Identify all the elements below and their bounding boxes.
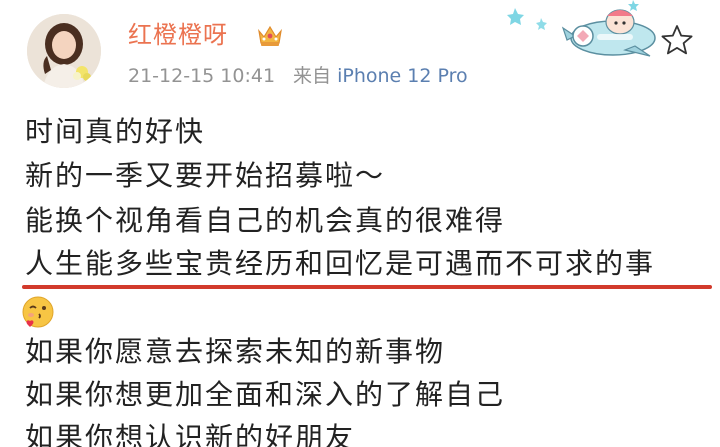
post-text-line: 如果你想更加全面和深入的了解自己 [25,378,506,411]
weibo-post: 红橙橙呀 21-12-15 10:41 来自 iPhone 12 Pro 时间真… [0,0,720,447]
author-name[interactable]: 红橙橙呀 [128,20,228,50]
post-time: 21-12-15 10:41 [128,65,276,87]
post-text-line: 人生能多些宝贵经历和回忆是可遇而不可求的事 [25,247,656,280]
post-source[interactable]: iPhone 12 Pro [337,65,468,87]
blowing-kiss-emoji [20,294,56,330]
crown-icon[interactable] [256,22,284,48]
star-outline-icon[interactable] [660,24,694,56]
avatar[interactable] [27,14,101,88]
post-text-line: 能换个视角看自己的机会真的很难得 [25,204,506,237]
source-prefix: 来自 [293,65,332,87]
post-text-line: 新的一季又要开始招募啦～ [25,159,386,192]
post-text-line: 如果你想认识新的好朋友 [25,421,356,447]
post-meta: 21-12-15 10:41 来自 iPhone 12 Pro [128,63,468,89]
cartoon-airplane-decoration [505,0,665,64]
post-text-line: 时间真的好快 [25,115,206,148]
highlight-underline [22,285,712,289]
post-text-line: 如果你愿意去探索未知的新事物 [25,335,446,368]
